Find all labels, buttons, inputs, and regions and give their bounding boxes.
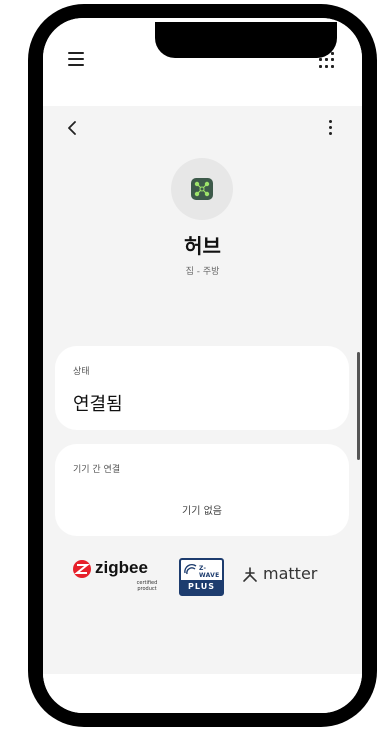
zigbee-mark-icon <box>73 560 91 578</box>
zwave-plus-logo: Z-WAVE PLUS <box>179 558 224 596</box>
hub-device-icon <box>171 158 233 220</box>
bottom-bar <box>43 674 362 713</box>
device-links-card[interactable]: 기기 간 연결 기기 없음 <box>55 444 349 536</box>
hamburger-menu-icon[interactable] <box>68 52 84 66</box>
status-card[interactable]: 상태 연결됨 <box>55 346 349 430</box>
zwave-signal-icon <box>184 563 197 575</box>
device-location: 집 - 주방 <box>185 267 220 277</box>
status-label: 상태 <box>73 367 90 377</box>
device-links-label: 기기 간 연결 <box>73 465 121 475</box>
back-arrow-icon[interactable] <box>63 118 83 138</box>
phone-notch <box>155 22 337 58</box>
zigbee-certified-text: certified product <box>136 580 158 592</box>
scrollbar[interactable] <box>357 352 360 460</box>
more-vertical-icon[interactable] <box>327 120 333 138</box>
matter-wordmark: matter <box>263 564 318 583</box>
device-detail-content: 허브 집 - 주방 상태 연결됨 기기 간 연결 기기 없음 zigbee ce… <box>43 106 362 674</box>
app-screen: 허브 집 - 주방 상태 연결됨 기기 간 연결 기기 없음 zigbee ce… <box>43 18 362 713</box>
protocol-logos: zigbee certified product Z-WAVE PLUS mat… <box>43 550 362 600</box>
zigbee-wordmark: zigbee <box>95 558 148 577</box>
zigbee-logo: zigbee certified product <box>73 558 165 594</box>
zwave-plus-text: PLUS <box>181 580 222 594</box>
device-links-empty: 기기 없음 <box>182 506 222 517</box>
device-title: 허브 <box>184 234 221 258</box>
status-value: 연결됨 <box>73 394 123 415</box>
zwave-wordmark: Z-WAVE <box>199 565 220 579</box>
matter-logo: matter <box>241 564 341 588</box>
matter-mark-icon <box>243 567 257 582</box>
